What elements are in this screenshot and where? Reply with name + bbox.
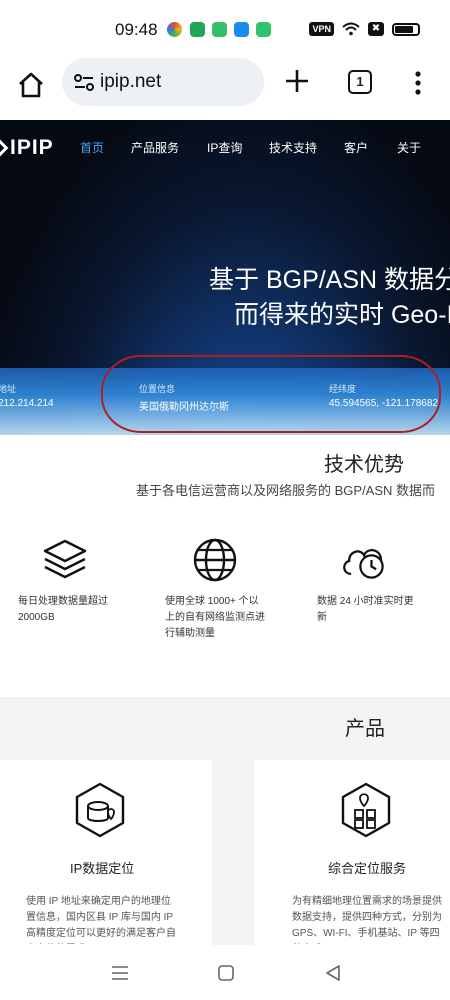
ip-location-icon xyxy=(75,782,125,838)
product-desc-ip-location: 使用 IP 地址来确定用户的地理位置信息，国内区县 IP 库与国内 IP 高精度… xyxy=(26,896,176,939)
wifi-icon xyxy=(342,22,360,36)
advantages-subtitle: 基于各电信运营商以及网络服务的 BGP/ASN 数据而 xyxy=(136,483,436,498)
home-icon[interactable] xyxy=(14,68,48,102)
notification-x-icon: ✖ xyxy=(368,22,384,36)
hero-section: IPIP 首页 产品服务 IP查询 技术支持 客户 关于 基于 BGP/ASN … xyxy=(0,120,450,435)
blue-chat-app-icon xyxy=(234,22,249,37)
hero-title-line2: 而得来的实时 Geo-I xyxy=(234,301,450,329)
nav-customers[interactable]: 客户 xyxy=(344,139,368,156)
status-time: 09:48 xyxy=(115,20,158,39)
shield-app-icon xyxy=(190,22,205,37)
back-triangle-icon[interactable] xyxy=(323,963,343,983)
advantages-title: 技术优势 xyxy=(324,454,404,476)
battery-icon xyxy=(392,22,420,36)
ip-address-label: 地址 xyxy=(0,384,17,394)
multicolor-app-icon xyxy=(167,22,182,37)
green-a-app-icon xyxy=(256,22,271,37)
globe-icon xyxy=(193,538,237,582)
status-indicators: VPN ✖ xyxy=(309,22,420,36)
ip-address-value: 212.214.214 xyxy=(0,398,54,409)
feature-text-throughput: 每日处理数据量超过 2000GB xyxy=(18,596,108,623)
composite-location-icon xyxy=(341,782,391,838)
browser-toolbar: ipip.net 1 xyxy=(0,58,450,120)
home-square-icon[interactable] xyxy=(216,963,236,983)
address-bar[interactable]: ipip.net xyxy=(62,58,264,106)
tab-switcher-button[interactable]: 1 xyxy=(348,70,372,94)
nav-home[interactable]: 首页 xyxy=(80,139,104,156)
hero-title-line1: 基于 BGP/ASN 数据分 xyxy=(209,266,450,294)
feature-text-monitoring: 使用全球 1000+ 个以上的自有网络监测点进行辅助测量 xyxy=(165,596,265,639)
vpn-badge: VPN xyxy=(309,22,334,36)
nav-ip-lookup[interactable]: IP查询 xyxy=(207,139,242,156)
logo-text: IPIP xyxy=(10,136,54,159)
more-menu-icon[interactable] xyxy=(414,70,422,96)
logo-mark-icon xyxy=(0,139,9,157)
url-text: ipip.net xyxy=(100,71,162,92)
product-title-composite-location: 综合定位服务 xyxy=(328,861,407,876)
system-navigation-bar xyxy=(0,945,450,1000)
product-desc-composite-location: 为有精细地理位置需求的场景提供数据支持，提供四种方式，分别为 GPS、WI-FI… xyxy=(292,896,442,939)
nav-products[interactable]: 产品服务 xyxy=(131,139,179,156)
new-tab-icon[interactable] xyxy=(284,68,310,94)
green-app-icon xyxy=(212,22,227,37)
annotation-circle xyxy=(101,355,441,433)
site-logo[interactable]: IPIP xyxy=(0,136,54,160)
product-title-ip-location: IP数据定位 xyxy=(70,861,135,876)
recents-menu-icon[interactable] xyxy=(110,963,130,983)
layers-icon xyxy=(43,539,87,579)
nav-about[interactable]: 关于 xyxy=(397,139,421,156)
cloud-clock-icon xyxy=(343,549,384,579)
feature-text-realtime: 数据 24 小时准实时更新 xyxy=(317,596,414,623)
nav-support[interactable]: 技术支持 xyxy=(269,139,317,156)
products-title: 产品 xyxy=(345,718,385,740)
status-bar: 09:48 VPN ✖ xyxy=(0,0,450,58)
site-settings-icon[interactable] xyxy=(72,70,96,94)
